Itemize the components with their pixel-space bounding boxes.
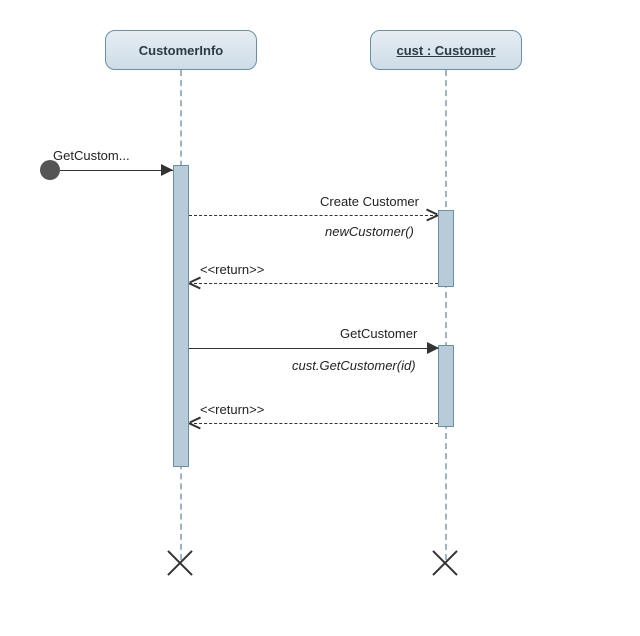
message-create-sublabel: newCustomer() [325,224,414,239]
message-found [60,170,173,171]
message-return1 [189,283,438,284]
message-return1-label: <<return>> [200,262,264,277]
activation-customer-get [438,345,454,427]
destruction-icon [165,548,195,578]
arrow-icon [161,164,173,176]
participant-customerinfo: CustomerInfo [105,30,257,70]
message-create [189,215,438,216]
activation-customer-create [438,210,454,287]
message-return2 [189,423,438,424]
destruction-icon [430,548,460,578]
lifeline-customer [445,70,447,560]
message-get-sublabel: cust.GetCustomer(id) [292,358,416,373]
sequence-diagram: CustomerInfo cust : Customer GetCustom..… [0,0,640,636]
message-get [189,348,438,349]
message-create-label: Create Customer [320,194,419,209]
participant-label: cust : Customer [397,43,496,58]
participant-label: CustomerInfo [139,43,224,58]
participant-customer: cust : Customer [370,30,522,70]
arrow-icon [427,342,439,354]
activation-customerinfo [173,165,189,467]
found-message-origin-icon [40,160,60,180]
message-return2-label: <<return>> [200,402,264,417]
message-get-label: GetCustomer [340,326,417,341]
message-found-label: GetCustom... [53,148,130,163]
